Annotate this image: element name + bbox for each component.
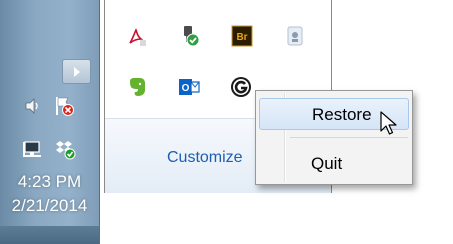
clock-date: 2/21/2014: [11, 196, 88, 215]
clock-time: 4:23 PM: [17, 172, 82, 191]
network-icon[interactable]: [21, 139, 43, 161]
bridge-icon[interactable]: Br: [230, 24, 254, 48]
taskbar-bottom-strip: [0, 226, 99, 244]
action-center-flag-icon[interactable]: [53, 95, 75, 117]
bridge-label: Br: [236, 32, 247, 43]
speaker-icon[interactable]: [22, 95, 44, 117]
outlook-label: O: [182, 83, 190, 94]
acrobat-icon[interactable]: [125, 25, 149, 49]
taskbar: 4:23 PM 2/21/2014: [0, 0, 100, 244]
outlook-icon[interactable]: O: [177, 75, 201, 99]
unknown-app-icon[interactable]: [283, 24, 307, 48]
evernote-icon[interactable]: [125, 75, 149, 99]
menu-item-label: Quit: [311, 154, 343, 173]
system-clock[interactable]: 4:23 PM 2/21/2014: [0, 170, 99, 218]
mouse-cursor-icon: [380, 111, 398, 142]
show-hidden-icons-button[interactable]: [62, 59, 91, 84]
g-app-icon[interactable]: [229, 75, 253, 99]
customize-link[interactable]: Customize: [167, 149, 243, 167]
menu-item-quit[interactable]: Quit: [259, 148, 409, 180]
menu-item-label: Restore: [312, 105, 372, 124]
chevron-right-icon: [74, 67, 80, 77]
safely-remove-hardware-icon[interactable]: [177, 24, 201, 48]
dropbox-icon[interactable]: [54, 138, 76, 160]
